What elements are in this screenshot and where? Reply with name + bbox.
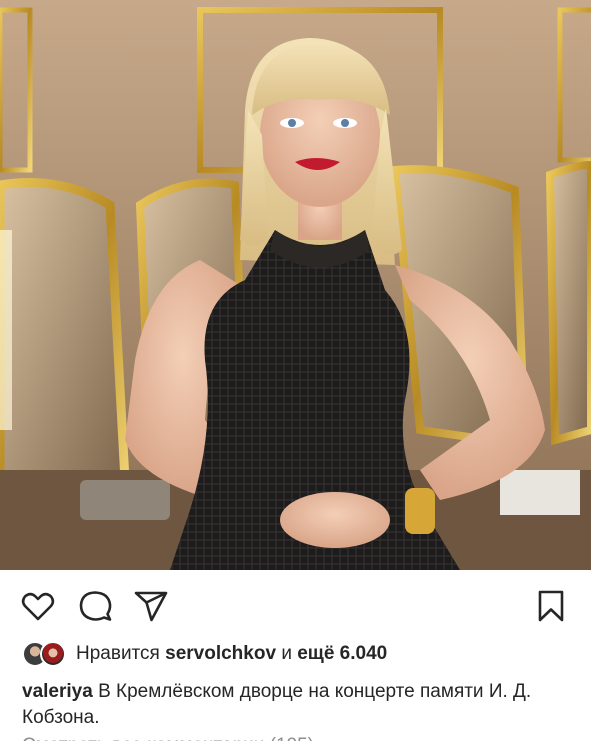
post-photo-graphic [0, 0, 591, 570]
likes-prefix: Нравится [76, 643, 160, 664]
post-actions-bar [0, 570, 591, 638]
likes-summary[interactable]: Нравится servolchkov и ещё 6.040 [22, 640, 387, 668]
paper-plane-icon[interactable] [133, 588, 169, 624]
liker-avatars [22, 641, 68, 667]
caption-text: В Кремлёвском дворце на концерте памяти … [22, 681, 532, 728]
likes-count[interactable]: ещё 6.040 [297, 643, 387, 664]
caption-username[interactable]: valeriya [22, 681, 93, 702]
bookmark-icon[interactable] [533, 588, 569, 624]
post-photo[interactable] [0, 0, 591, 570]
likes-text: Нравится servolchkov и ещё 6.040 [76, 642, 387, 666]
view-all-comments-link[interactable]: Смотреть все комментарии (125) [22, 733, 314, 741]
avatar [40, 641, 66, 667]
comment-bubble-icon[interactable] [77, 588, 113, 624]
likes-connector: и [281, 643, 292, 664]
liker-username[interactable]: servolchkov [165, 643, 276, 664]
post-caption: valeriya В Кремлёвском дворце на концерт… [22, 679, 574, 731]
heart-icon[interactable] [20, 588, 56, 624]
